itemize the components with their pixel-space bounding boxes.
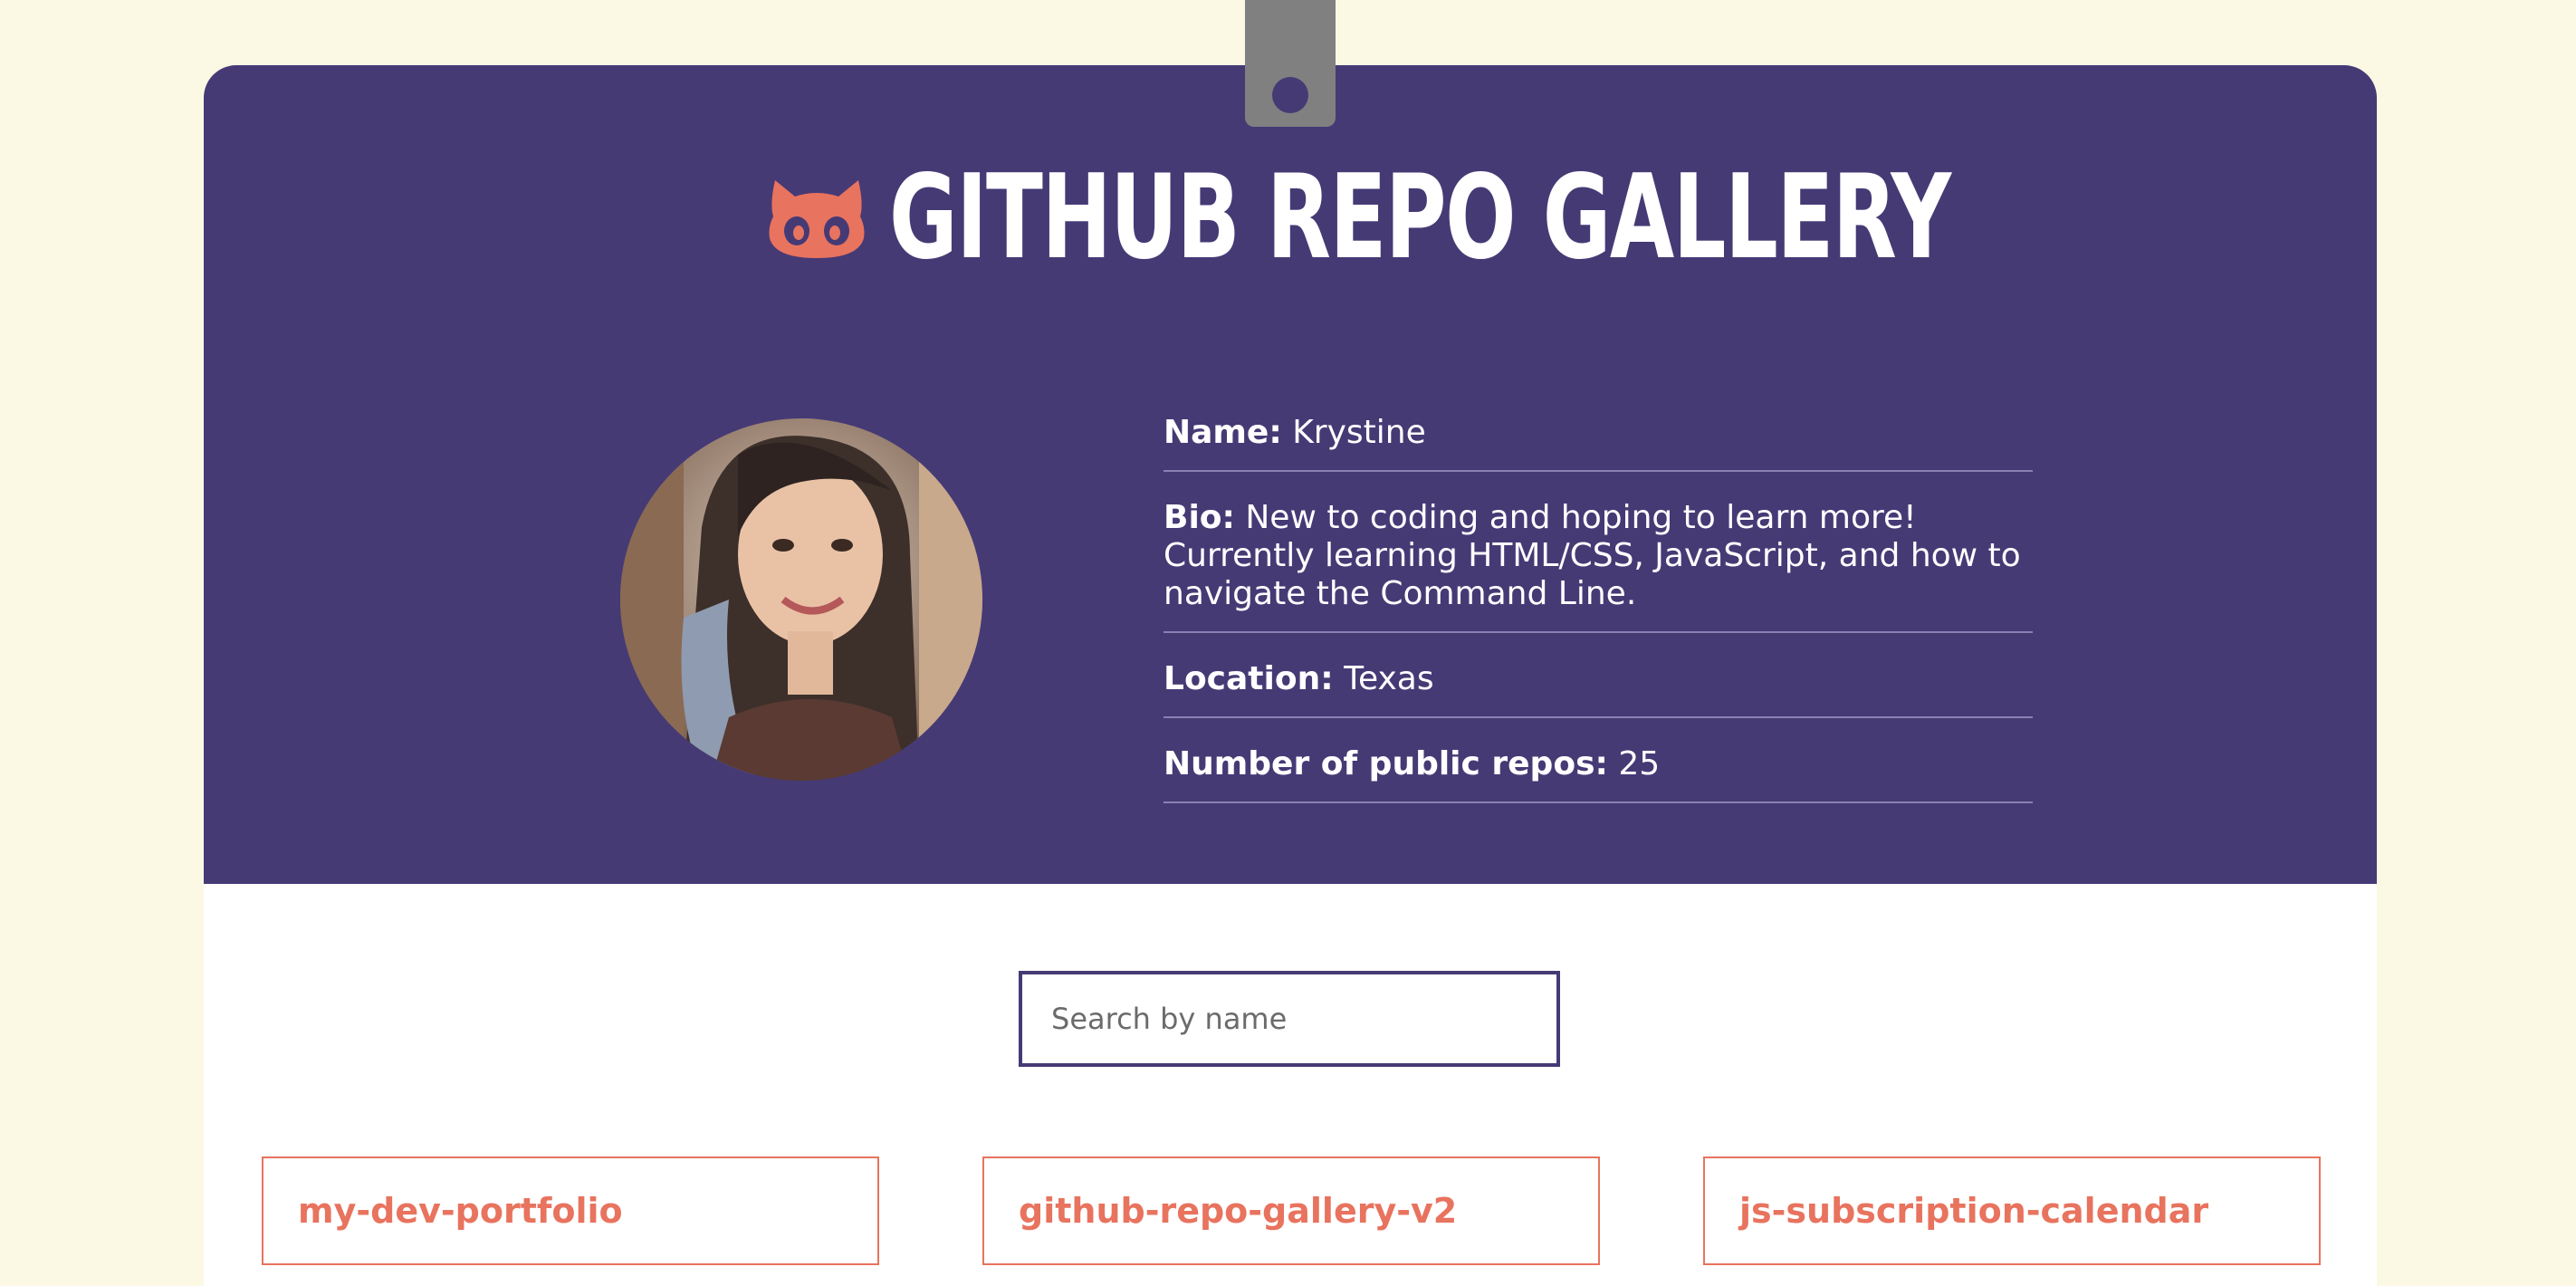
badge-hanger xyxy=(1245,0,1336,127)
github-octocat-icon xyxy=(769,180,865,258)
profile-name-row: Name: Krystine xyxy=(1164,387,2033,472)
hanger-hole xyxy=(1272,77,1308,113)
bio-value: New to coding and hoping to learn more! … xyxy=(1164,499,2021,612)
repos-count-value: 25 xyxy=(1618,745,1661,782)
location-label: Location: xyxy=(1164,660,1334,697)
page-title: GITHUB REPO GALLERY xyxy=(204,160,2377,276)
profile-info: Name: Krystine Bio: New to coding and ho… xyxy=(1164,387,2033,803)
avatar-image xyxy=(620,418,982,781)
profile-bio-row: Bio: New to coding and hoping to learn m… xyxy=(1164,472,2033,633)
avatar xyxy=(620,418,982,781)
repo-name[interactable]: github-repo-gallery-v2 xyxy=(1019,1191,1457,1231)
repos-count-label: Number of public repos: xyxy=(1164,745,1608,782)
name-value: Krystine xyxy=(1292,414,1426,451)
repo-card[interactable]: github-repo-gallery-v2 xyxy=(982,1156,1600,1265)
title-text: GITHUB REPO GALLERY xyxy=(889,150,1951,285)
profile-repos-row: Number of public repos: 25 xyxy=(1164,718,2033,803)
profile-location-row: Location: Texas xyxy=(1164,633,2033,718)
location-value: Texas xyxy=(1344,660,1434,697)
bio-label: Bio: xyxy=(1164,499,1235,536)
name-label: Name: xyxy=(1164,414,1282,451)
repo-name[interactable]: js-subscription-calendar xyxy=(1739,1191,2208,1231)
repo-card[interactable]: my-dev-portfolio xyxy=(262,1156,879,1265)
profile-header: GITHUB REPO GALLERY Name: Krystine Bio: … xyxy=(204,65,2377,884)
search-input[interactable] xyxy=(1019,971,1560,1067)
repo-list: my-dev-portfolio github-repo-gallery-v2 … xyxy=(262,1156,2321,1265)
gallery-card: GITHUB REPO GALLERY Name: Krystine Bio: … xyxy=(204,65,2377,1286)
repo-name[interactable]: my-dev-portfolio xyxy=(298,1191,623,1231)
repo-card[interactable]: js-subscription-calendar xyxy=(1703,1156,2321,1265)
